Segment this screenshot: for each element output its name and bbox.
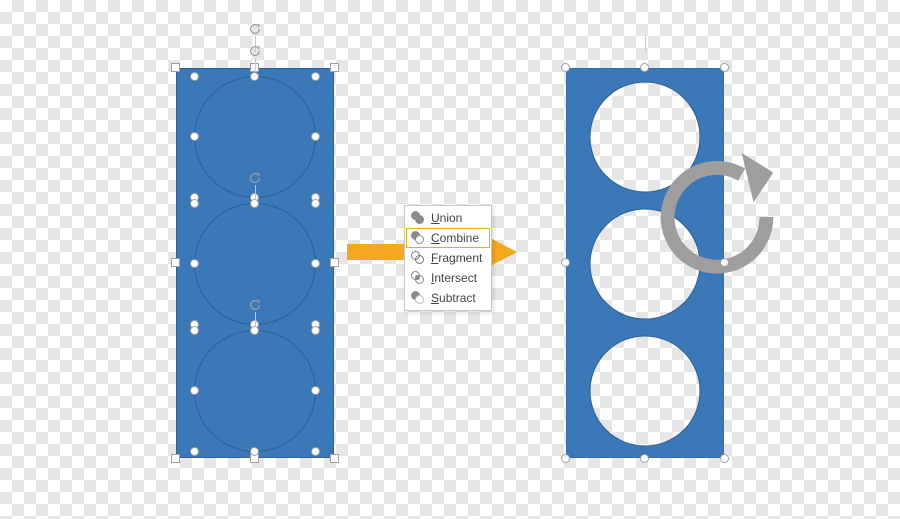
resize-handle[interactable] [190, 386, 199, 395]
rotate-icon[interactable] [248, 44, 262, 58]
fragment-icon [411, 251, 425, 265]
resize-handle[interactable] [190, 447, 199, 456]
intersect-icon [411, 271, 425, 285]
menu-item-label: Intersect [431, 270, 477, 286]
rotate-icon[interactable] [248, 298, 262, 312]
rotate-icon[interactable] [638, 22, 652, 36]
resize-handle[interactable] [311, 259, 320, 268]
resize-handle[interactable] [561, 258, 570, 267]
resize-handle[interactable] [190, 259, 199, 268]
resize-handle[interactable] [311, 447, 320, 456]
resize-handle[interactable] [640, 63, 649, 72]
menu-item-label: Fragment [431, 250, 482, 266]
menu-item-label: Combine [431, 230, 479, 246]
resize-handle[interactable] [311, 72, 320, 81]
resize-handle[interactable] [640, 454, 649, 463]
resize-handle[interactable] [720, 63, 729, 72]
merge-shapes-menu: Union Combine Fragment Intersect [404, 205, 492, 311]
source-shapes [176, 68, 334, 458]
resize-handle[interactable] [250, 447, 259, 456]
menu-item-label: Union [431, 210, 462, 226]
menu-item-subtract[interactable]: Subtract [405, 288, 491, 308]
resize-handle[interactable] [330, 63, 339, 72]
resize-handle[interactable] [171, 454, 180, 463]
rotate-icon[interactable] [248, 22, 262, 36]
resize-handle[interactable] [330, 258, 339, 267]
resize-handle[interactable] [171, 258, 180, 267]
resize-handle[interactable] [190, 72, 199, 81]
resize-handle[interactable] [330, 454, 339, 463]
resize-handle[interactable] [720, 454, 729, 463]
resize-handle[interactable] [250, 199, 259, 208]
resize-handle[interactable] [250, 72, 259, 81]
menu-item-intersect[interactable]: Intersect [405, 268, 491, 288]
subtract-icon [411, 291, 425, 305]
menu-item-combine[interactable]: Combine [405, 228, 491, 248]
resize-handle[interactable] [311, 132, 320, 141]
menu-item-union[interactable]: Union [405, 208, 491, 228]
union-icon [411, 211, 425, 225]
resize-handle[interactable] [250, 326, 259, 335]
menu-item-fragment[interactable]: Fragment [405, 248, 491, 268]
resize-handle[interactable] [561, 454, 570, 463]
resize-handle[interactable] [190, 132, 199, 141]
combine-icon [411, 231, 425, 245]
resize-handle[interactable] [720, 258, 729, 267]
resize-handle[interactable] [311, 326, 320, 335]
resize-handle[interactable] [190, 199, 199, 208]
resize-handle[interactable] [190, 326, 199, 335]
resize-handle[interactable] [311, 386, 320, 395]
result-shape[interactable] [566, 68, 724, 458]
menu-item-label: Subtract [431, 290, 476, 306]
resize-handle[interactable] [171, 63, 180, 72]
rotate-icon[interactable] [248, 171, 262, 185]
resize-handle[interactable] [311, 199, 320, 208]
resize-handle[interactable] [561, 63, 570, 72]
